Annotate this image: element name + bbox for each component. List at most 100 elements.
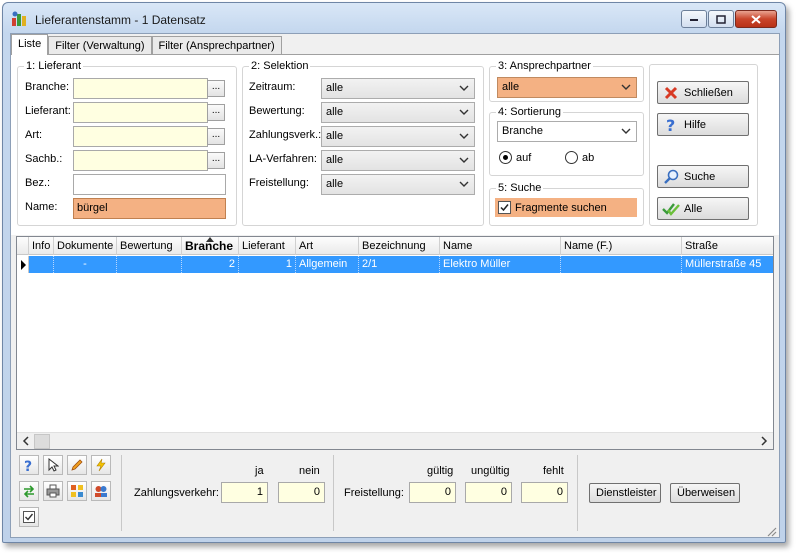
bewertung-value: alle xyxy=(326,106,344,118)
column-header-strasse[interactable]: Straße xyxy=(682,237,773,255)
close-window-button[interactable] xyxy=(735,10,777,28)
bottom-divider-1 xyxy=(121,455,122,531)
cell-info xyxy=(29,256,54,273)
maximize-button[interactable] xyxy=(708,10,734,28)
column-header-art[interactable]: Art xyxy=(296,237,359,255)
sortierung-select[interactable]: Branche xyxy=(497,121,637,142)
name-input[interactable]: bürgel xyxy=(73,198,226,219)
horizontal-scroll-thumb[interactable] xyxy=(34,434,50,449)
fragmente-checkbox[interactable] xyxy=(498,201,511,214)
zahlungsverk-label: Zahlungsverk.: xyxy=(249,129,322,141)
edit-tool-button[interactable] xyxy=(67,455,87,475)
table-row[interactable]: - 2 1 Allgemein 2/1 Elektro Müller Mülle… xyxy=(17,256,773,273)
la-verfahren-value: alle xyxy=(326,154,344,166)
select-all-tool-button[interactable] xyxy=(19,507,39,527)
refresh-tool-button[interactable] xyxy=(19,481,39,501)
help-tool-button[interactable]: ? xyxy=(19,455,39,475)
cell-branche: 2 xyxy=(182,256,239,273)
double-check-icon xyxy=(662,200,680,218)
ansprechpartner-value: alle xyxy=(502,81,520,93)
bez-input[interactable] xyxy=(73,174,226,195)
la-verfahren-label: LA-Verfahren: xyxy=(249,153,317,165)
chevron-down-icon xyxy=(459,85,469,91)
bewertung-select[interactable]: alle xyxy=(321,102,475,123)
ansprechpartner-select[interactable]: alle xyxy=(497,77,637,98)
zeitraum-label: Zeitraum: xyxy=(249,81,296,93)
ueberweisen-button[interactable]: Überweisen xyxy=(670,483,740,503)
sort-auf-label[interactable]: auf xyxy=(516,152,531,164)
grid-header: Info Dokumente Bewertung Branche Liefera… xyxy=(17,237,773,255)
column-header-info[interactable]: Info xyxy=(29,237,54,255)
column-header-bewertung[interactable]: Bewertung xyxy=(117,237,182,255)
ja-header-label: ja xyxy=(255,465,264,477)
branche-browse-button[interactable]: ... xyxy=(207,80,225,97)
chevron-down-icon xyxy=(459,181,469,187)
lieferant-browse-button[interactable]: ... xyxy=(207,104,225,121)
column-header-name[interactable]: Name xyxy=(440,237,561,255)
lieferant-label: Lieferant: xyxy=(25,105,71,117)
print-tool-button[interactable] xyxy=(43,481,63,501)
sort-ab-label[interactable]: ab xyxy=(582,152,594,164)
resize-grip-icon[interactable] xyxy=(765,525,777,537)
checkmark-icon xyxy=(500,204,509,212)
hilfe-button[interactable]: ? Hilfe xyxy=(657,113,749,136)
lieferant-group: 1: Lieferant Branche: ... Lieferant: ...… xyxy=(17,60,237,226)
sortierung-group-title: 4: Sortierung xyxy=(496,106,563,118)
art-input[interactable] xyxy=(73,126,208,147)
tab-filter-ansprechpartner[interactable]: Filter (Ansprechpartner) xyxy=(151,36,282,56)
column-header-branche[interactable]: Branche xyxy=(182,237,239,255)
action-buttons-group: Schließen ? Hilfe Suche Alle xyxy=(649,64,758,226)
title-bar[interactable]: Lieferantenstamm - 1 Datensatz xyxy=(3,3,785,33)
freistellung-select[interactable]: alle xyxy=(321,174,475,195)
sachb-label: Sachb.: xyxy=(25,153,63,165)
column-header-bezeichnung[interactable]: Bezeichnung xyxy=(359,237,440,255)
scroll-left-icon[interactable] xyxy=(21,436,31,446)
suche-group-title: 5: Suche xyxy=(496,182,544,194)
flash-tool-button[interactable] xyxy=(91,455,111,475)
alle-button[interactable]: Alle xyxy=(657,197,749,220)
users-icon xyxy=(95,486,107,497)
zeitraum-value: alle xyxy=(326,82,344,94)
bez-label: Bez.: xyxy=(25,177,51,189)
fragmente-checkbox-row[interactable]: Fragmente suchen xyxy=(495,198,637,217)
lieferant-input[interactable] xyxy=(73,102,208,123)
zahlungsverk-select[interactable]: alle xyxy=(321,126,475,147)
sachb-input[interactable] xyxy=(73,150,208,171)
bottom-panel: ? ja nein Zahlungsverkehr: 1 0 gültig un… xyxy=(11,451,779,539)
gueltig-header-label: gültig xyxy=(427,465,454,477)
layout-tool-button[interactable] xyxy=(67,481,87,501)
horizontal-scrollbar[interactable] xyxy=(17,432,773,449)
checkbox-icon xyxy=(23,511,35,523)
sort-auf-radio[interactable] xyxy=(499,151,512,164)
dienstleister-label: Dienstleister xyxy=(596,487,657,499)
current-row-arrow-icon xyxy=(21,260,26,270)
tab-liste[interactable]: Liste xyxy=(11,34,49,55)
column-header-lieferant[interactable]: Lieferant xyxy=(239,237,296,255)
sort-ab-radio[interactable] xyxy=(565,151,578,164)
sachb-browse-button[interactable]: ... xyxy=(207,152,225,169)
column-header-dokumente[interactable]: Dokumente xyxy=(54,237,117,255)
art-browse-button[interactable]: ... xyxy=(207,128,225,145)
scroll-right-icon[interactable] xyxy=(759,436,769,446)
row-selector[interactable] xyxy=(17,256,29,273)
column-header-name-f[interactable]: Name (F.) xyxy=(561,237,682,255)
zahlungsverk-value: alle xyxy=(326,130,344,142)
zeitraum-select[interactable]: alle xyxy=(321,78,475,99)
tab-filter-verwaltung[interactable]: Filter (Verwaltung) xyxy=(48,36,152,56)
svg-text:?: ? xyxy=(24,459,32,472)
suche-button[interactable]: Suche xyxy=(657,165,749,188)
hilfe-label: Hilfe xyxy=(684,118,707,131)
cursor-tool-button[interactable] xyxy=(43,455,63,475)
branche-input[interactable] xyxy=(73,78,208,99)
la-verfahren-select[interactable]: alle xyxy=(321,150,475,171)
minimize-button[interactable] xyxy=(681,10,707,28)
users-tool-button[interactable] xyxy=(91,481,111,501)
grid-header-corner xyxy=(17,237,29,255)
dienstleister-button[interactable]: Dienstleister xyxy=(589,483,661,503)
zahlungsverkehr-ja-value: 1 xyxy=(221,482,268,503)
app-icon xyxy=(12,11,26,26)
schliessen-button[interactable]: Schließen xyxy=(657,81,749,104)
supplier-grid[interactable]: Info Dokumente Bewertung Branche Liefera… xyxy=(16,236,774,450)
alle-label: Alle xyxy=(684,202,703,215)
layout-grid-icon xyxy=(71,485,83,497)
